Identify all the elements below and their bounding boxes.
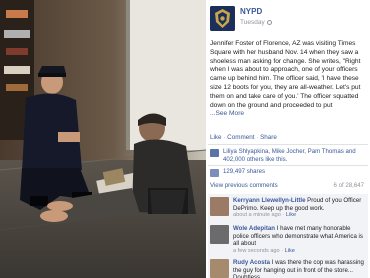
post-photo[interactable] bbox=[0, 0, 206, 278]
share-link[interactable]: Share bbox=[260, 134, 277, 141]
divider bbox=[208, 144, 368, 145]
comment-author[interactable]: Kerryann Llewellyn-Little bbox=[233, 197, 305, 204]
comment-meta: about a minute ago · Like bbox=[233, 212, 297, 219]
post-panel: NYPD Tuesday Jennifer Foster of Florence… bbox=[206, 0, 370, 278]
see-more-link[interactable]: ...See More bbox=[210, 110, 244, 117]
share-icon bbox=[210, 169, 219, 177]
comment-time[interactable]: about a minute ago bbox=[233, 212, 281, 218]
comment-time[interactable]: a few seconds ago bbox=[233, 248, 280, 254]
view-previous-link[interactable]: View previous comments bbox=[210, 182, 278, 189]
globe-icon bbox=[266, 19, 272, 25]
page-avatar[interactable] bbox=[210, 6, 235, 31]
post-header: NYPD Tuesday bbox=[210, 6, 368, 32]
comment-author[interactable]: Rudy Acosta bbox=[233, 259, 270, 266]
comment-count: 6 of 28,647 bbox=[333, 182, 365, 189]
view-previous-row: View previous comments 6 of 28,647 bbox=[210, 182, 364, 192]
divider bbox=[208, 165, 368, 166]
like-link[interactable]: Like bbox=[210, 134, 222, 141]
post-timestamp[interactable]: Tuesday bbox=[240, 19, 272, 26]
comments-list: Kerryann Llewellyn-Little Proud of you O… bbox=[208, 194, 368, 278]
page-name[interactable]: NYPD bbox=[240, 7, 262, 16]
avatar[interactable] bbox=[210, 197, 229, 216]
comment-like-link[interactable]: Like bbox=[285, 248, 295, 254]
separator-dot: · bbox=[223, 134, 226, 141]
avatar[interactable] bbox=[210, 259, 229, 278]
post-caption: Jennifer Foster of Florence, AZ was visi… bbox=[210, 40, 364, 119]
caption-text: Jennifer Foster of Florence, AZ was visi… bbox=[210, 40, 361, 109]
timestamp-text: Tuesday bbox=[240, 19, 265, 26]
thumbs-up-icon bbox=[210, 149, 219, 157]
photo-image bbox=[0, 0, 206, 278]
comment-like-link[interactable]: Like bbox=[286, 212, 296, 218]
separator-dot: · bbox=[256, 134, 259, 141]
nypd-badge-icon bbox=[210, 6, 235, 31]
comment-author[interactable]: Wole Adepitan bbox=[233, 225, 275, 232]
comment-meta: a few seconds ago · Like bbox=[233, 247, 295, 254]
post-actions: Like · Comment · Share bbox=[210, 134, 277, 141]
likes-text[interactable]: Liliya Shlyapkina, Mike Jocher, Pam Thom… bbox=[223, 148, 363, 164]
comment-link[interactable]: Comment bbox=[227, 134, 254, 141]
avatar[interactable] bbox=[210, 225, 229, 244]
shares-text[interactable]: 129,497 shares bbox=[223, 168, 363, 176]
